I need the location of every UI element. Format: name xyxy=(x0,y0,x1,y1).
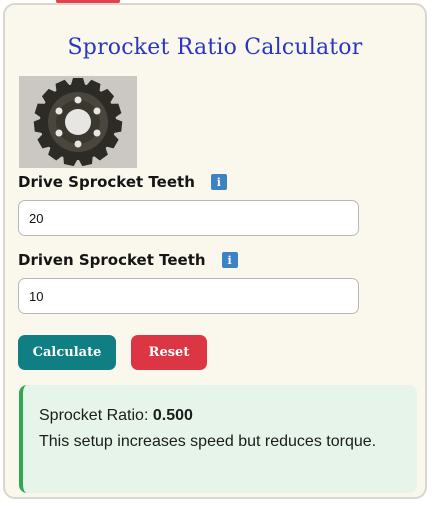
result-panel: Sprocket Ratio: 0.500 This setup increas… xyxy=(19,385,417,493)
page-title: Sprocket Ratio Calculator xyxy=(67,35,363,60)
calculate-button[interactable]: Calculate xyxy=(18,335,116,370)
drive-sprocket-label: Drive Sprocket Teeth xyxy=(18,173,195,191)
driven-sprocket-label: Driven Sprocket Teeth xyxy=(18,251,206,269)
ratio-value: 0.500 xyxy=(152,407,193,424)
drive-info-icon[interactable]: i xyxy=(210,174,227,190)
drive-sprocket-label-row: Drive Sprocket Teeth i xyxy=(18,173,227,191)
drive-sprocket-input[interactable]: 20 xyxy=(18,200,359,236)
result-ratio-line: Sprocket Ratio: 0.500 xyxy=(39,403,401,429)
reset-button[interactable]: Reset xyxy=(131,335,207,370)
sprocket-icon xyxy=(19,76,137,168)
driven-sprocket-value: 10 xyxy=(29,288,44,304)
calculator-card: Sprocket Ratio Calculator Drive Sprocket… xyxy=(3,3,427,499)
result-message: This setup increases speed but reduces t… xyxy=(39,433,377,450)
driven-sprocket-input[interactable]: 10 xyxy=(18,278,359,314)
driven-sprocket-label-row: Driven Sprocket Teeth i xyxy=(18,251,238,269)
ratio-label: Sprocket Ratio: xyxy=(39,407,149,424)
sprocket-image xyxy=(19,76,137,168)
driven-info-icon[interactable]: i xyxy=(221,252,238,268)
drive-sprocket-value: 20 xyxy=(29,210,44,226)
